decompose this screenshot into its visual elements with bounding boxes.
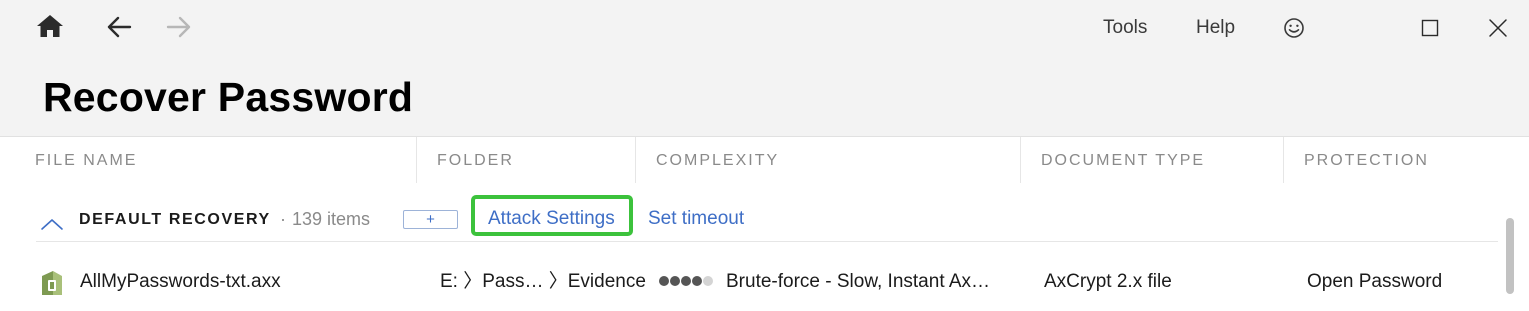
maximize-icon[interactable] <box>1412 10 1448 46</box>
column-separator[interactable] <box>416 137 417 183</box>
complexity-dot <box>670 276 680 286</box>
group-count-label: 139 items <box>292 209 371 229</box>
menu-help[interactable]: Help <box>1196 16 1235 40</box>
column-header-document-type[interactable]: DOCUMENT TYPE <box>1041 150 1205 172</box>
attack-settings-link[interactable]: Attack Settings <box>488 208 615 230</box>
home-icon[interactable] <box>32 8 68 44</box>
complexity-dot <box>681 276 691 286</box>
menu-tools[interactable]: Tools <box>1103 16 1147 40</box>
column-header-file-name[interactable]: FILE NAME <box>35 150 137 172</box>
row-protection[interactable]: Open Password <box>1307 270 1442 294</box>
group-count-separator: · <box>280 209 286 229</box>
column-separator[interactable] <box>1020 137 1021 183</box>
set-timeout-link[interactable]: Set timeout <box>648 208 744 230</box>
group-title: DEFAULT RECOVERY <box>79 211 271 228</box>
column-header-protection[interactable]: PROTECTION <box>1304 150 1429 172</box>
row-complexity[interactable]: Brute-force - Slow, Instant Ax… <box>726 270 990 294</box>
smiley-icon[interactable] <box>1276 10 1312 46</box>
chevron-up-icon[interactable] <box>40 216 64 232</box>
row-document-type[interactable]: AxCrypt 2.x file <box>1044 270 1172 294</box>
column-header-complexity[interactable]: COMPLEXITY <box>656 150 779 172</box>
complexity-dot <box>692 276 702 286</box>
column-header-folder[interactable]: FOLDER <box>437 150 514 172</box>
page-title: Recover Password <box>43 74 414 120</box>
close-icon[interactable] <box>1480 10 1516 46</box>
arrow-right-icon[interactable] <box>161 9 197 45</box>
group-item-count: · 139 items <box>280 208 370 230</box>
file-icon <box>40 270 64 296</box>
column-separator[interactable] <box>1283 137 1284 183</box>
complexity-dot <box>659 276 669 286</box>
complexity-dot <box>703 276 713 286</box>
row-file-name[interactable]: AllMyPasswords-txt.axx <box>80 270 281 294</box>
app-header: Tools Help Recover Password <box>0 0 1529 137</box>
arrow-left-icon[interactable] <box>101 9 137 45</box>
add-button[interactable]: + <box>403 210 458 229</box>
row-folder[interactable]: E: 〉Pass… 〉Evidence <box>440 270 646 294</box>
complexity-rating <box>659 276 713 288</box>
scrollbar-thumb[interactable] <box>1506 218 1514 294</box>
group-divider <box>36 241 1498 242</box>
column-separator[interactable] <box>635 137 636 183</box>
